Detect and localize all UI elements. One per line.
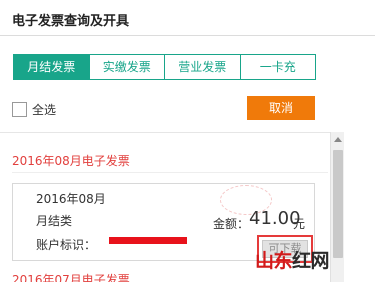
watermark-text-dark: 红网	[292, 250, 330, 272]
cancel-button[interactable]: 取消	[247, 96, 315, 120]
scroll-up-arrow-icon[interactable]	[331, 132, 345, 146]
month-divider	[12, 172, 328, 173]
tab-paid-invoice[interactable]: 实缴发票	[89, 55, 165, 79]
select-all-control[interactable]: 全选	[12, 101, 56, 118]
toolbar-divider	[0, 132, 330, 133]
invoice-date: 2016年08月	[36, 192, 106, 206]
select-all-checkbox[interactable]	[12, 102, 27, 117]
dialog-header: 电子发票查询及开具	[0, 0, 375, 36]
scrollbar[interactable]	[330, 132, 344, 282]
watermark-text-red: 山东	[255, 250, 293, 272]
account-id-label: 账户标识：	[36, 238, 97, 252]
invoice-type: 月结类	[36, 214, 73, 228]
tab-one-card-recharge[interactable]: 一卡充	[240, 55, 315, 79]
invoice-tab-bar: 月结发票 实缴发票 营业发票 一卡充	[13, 54, 316, 80]
tab-monthly-invoice[interactable]: 月结发票	[14, 55, 90, 79]
dialog-title: 电子发票查询及开具	[12, 14, 130, 29]
tab-business-invoice[interactable]: 营业发票	[165, 55, 241, 79]
amount-unit: 元	[293, 217, 306, 231]
amount-label: 金额：	[213, 217, 250, 231]
scrollbar-thumb[interactable]	[333, 150, 343, 258]
account-id-redacted	[109, 237, 187, 244]
site-watermark-logo: 山东 红网	[255, 246, 330, 273]
month-section-title: 2016年08月电子发票	[12, 154, 130, 168]
select-all-label: 全选	[32, 103, 57, 117]
next-month-section-title: 2016年07月电子发票	[12, 273, 130, 282]
